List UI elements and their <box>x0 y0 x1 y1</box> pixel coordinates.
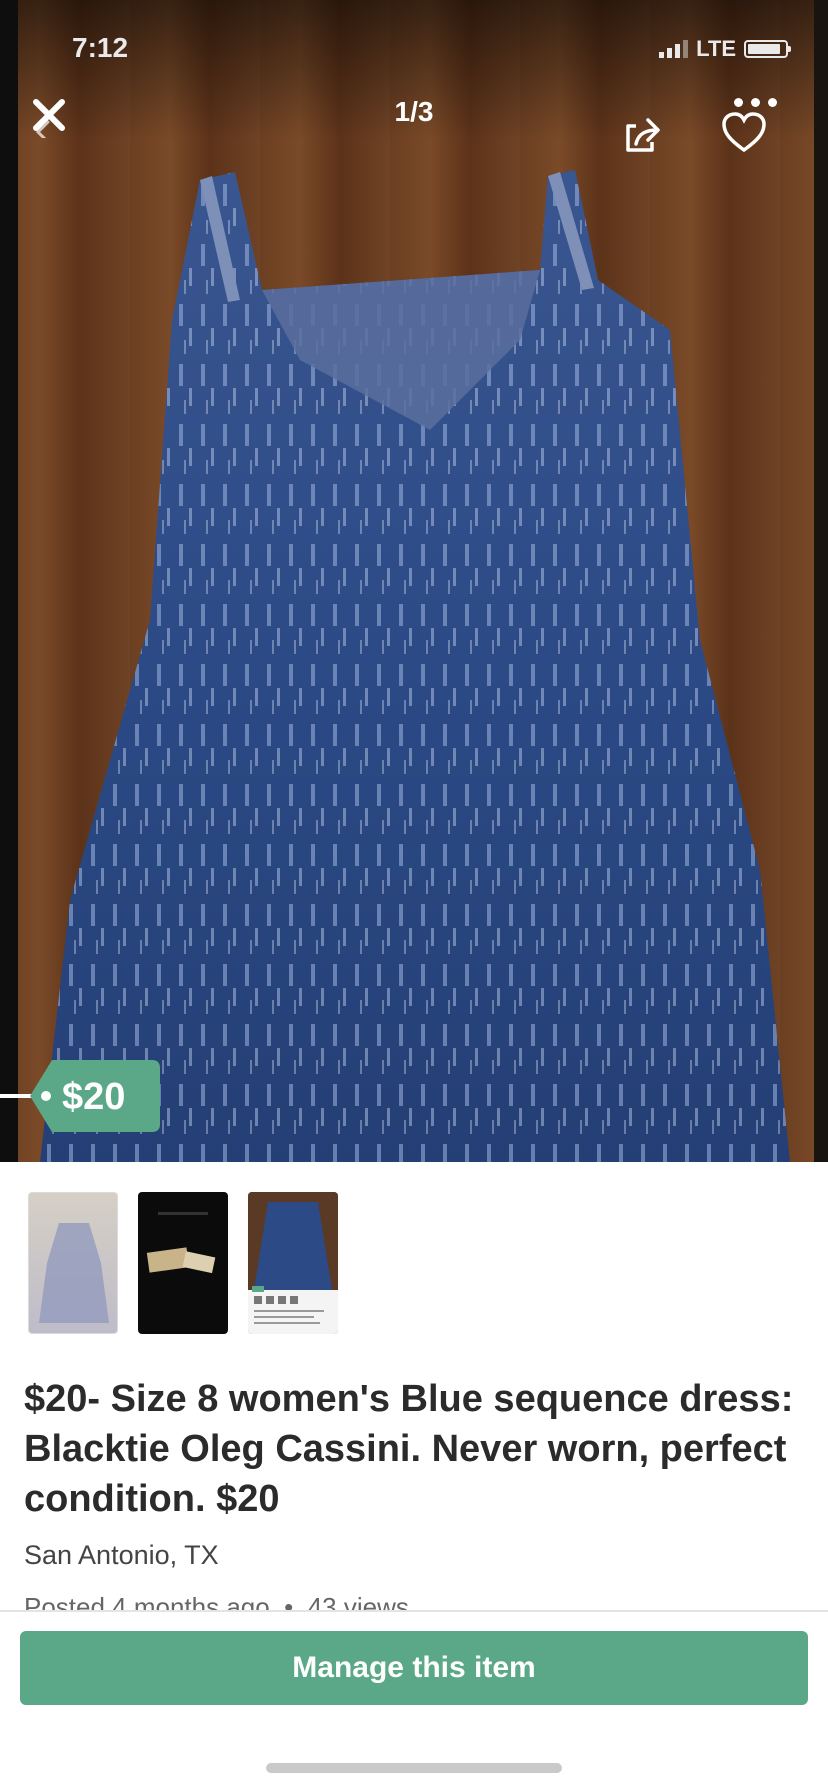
divider <box>0 1610 828 1612</box>
dress-image <box>40 170 790 1162</box>
price-tag-label: $20 <box>62 1076 126 1118</box>
thumbnail-screenshot-image <box>248 1192 338 1334</box>
thumbnail-strip <box>28 1192 338 1334</box>
battery-icon <box>744 40 791 58</box>
listing-meta: Posted 4 months ago • 43 views <box>24 1590 409 1612</box>
more-icon[interactable] <box>734 98 777 107</box>
thumbnail-tag-image <box>146 1212 216 1274</box>
listing-title: $20- Size 8 women's Blue sequence dress:… <box>24 1378 794 1520</box>
thumbnail-3[interactable] <box>248 1192 338 1334</box>
home-indicator[interactable] <box>266 1763 562 1773</box>
status-indicators: LTE <box>659 36 791 62</box>
heart-icon[interactable] <box>720 110 768 154</box>
share-icon[interactable] <box>622 112 666 156</box>
posted-time: Posted 4 months ago <box>24 1592 270 1612</box>
network-label: LTE <box>696 36 736 61</box>
meta-separator: • <box>269 1592 308 1612</box>
price-tag-string <box>0 1094 34 1098</box>
thumbnail-dress-image <box>39 1223 109 1323</box>
view-count: 43 views <box>307 1592 409 1612</box>
status-time: 7:12 <box>72 32 129 63</box>
thumbnail-2[interactable] <box>138 1192 228 1334</box>
photo-counter: 1/3 <box>394 96 434 127</box>
thumbnail-1[interactable] <box>28 1192 118 1334</box>
listing-photo[interactable]: 7:12 LTE 1/3 $20 <box>0 0 828 1162</box>
listing-location: San Antonio, TX <box>24 1540 219 1570</box>
signal-icon <box>659 40 689 58</box>
manage-item-button[interactable]: Manage this item <box>20 1631 808 1705</box>
